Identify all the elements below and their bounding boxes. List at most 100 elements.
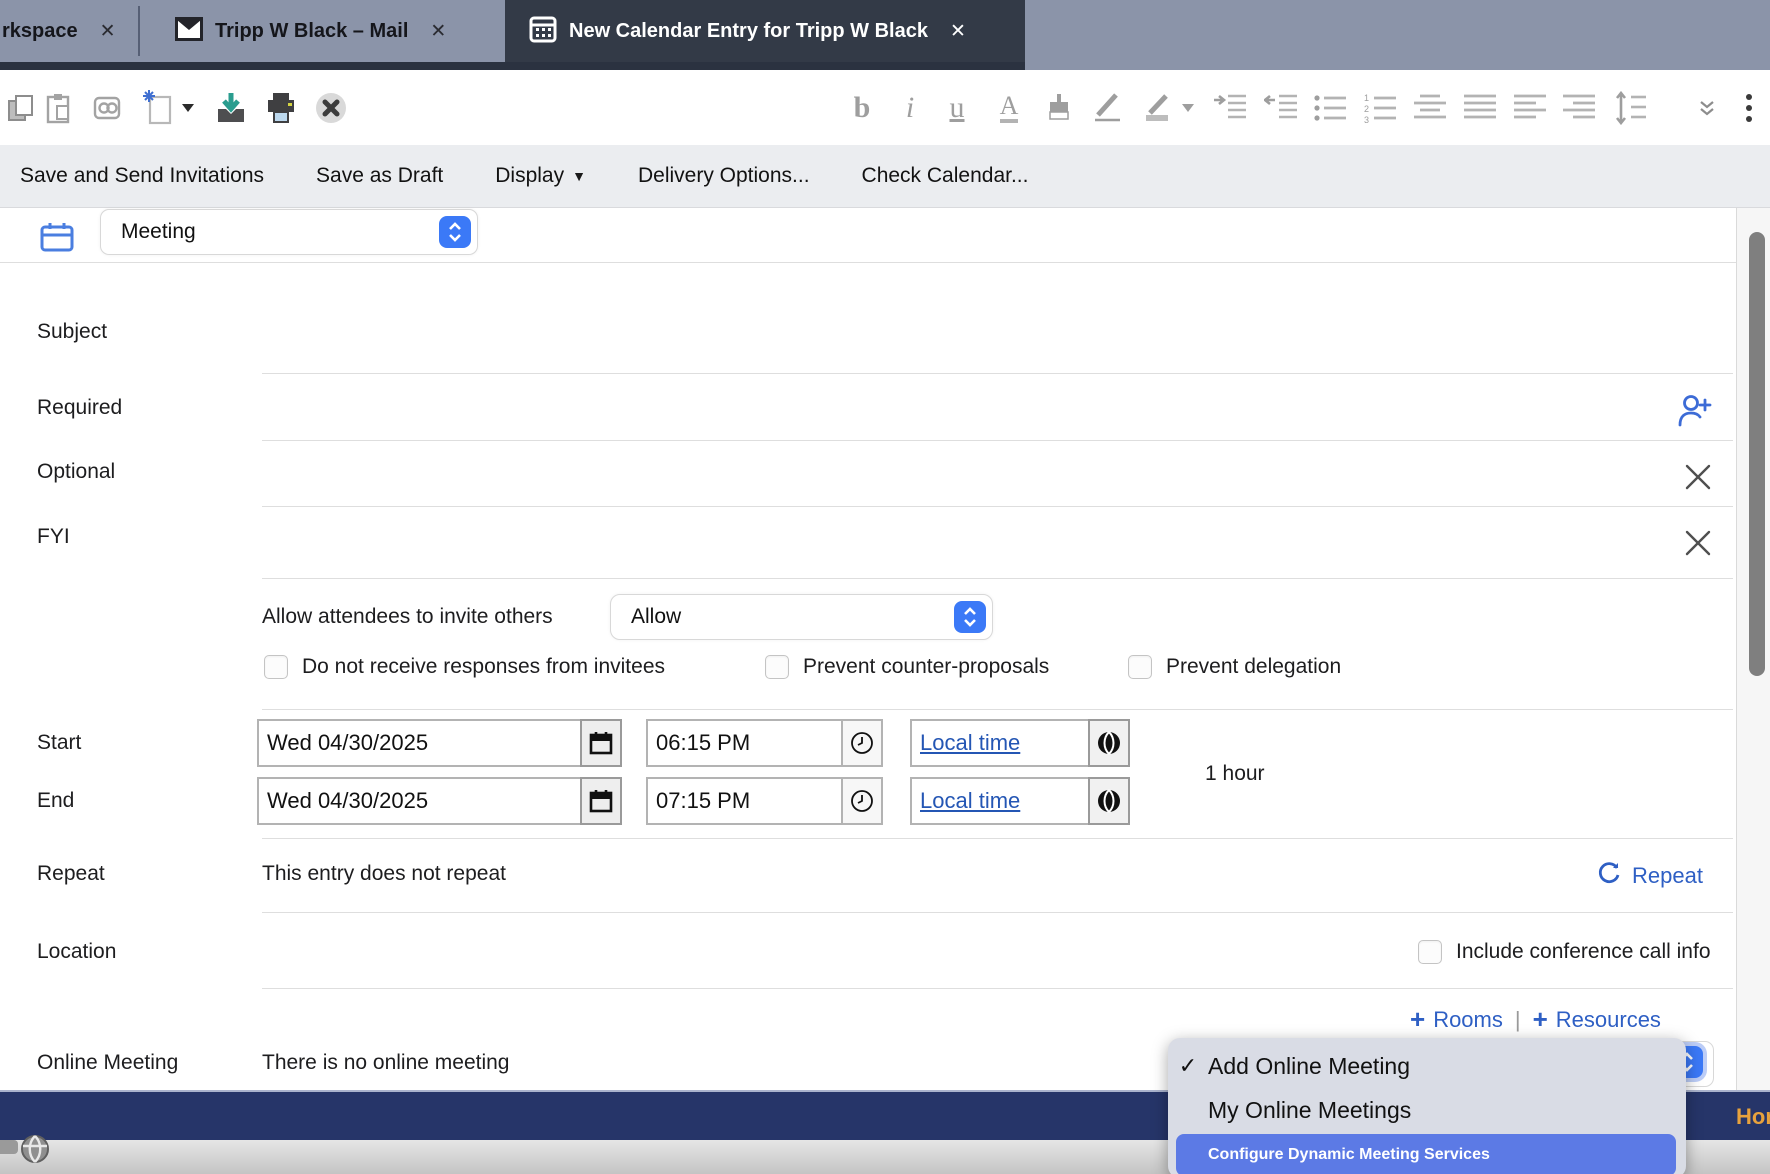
start-timezone-value[interactable]: Local time	[912, 721, 1090, 765]
entry-type-stepper-icon[interactable]	[439, 216, 471, 248]
end-time-value[interactable]: 07:15 PM	[648, 779, 843, 823]
status-grip	[0, 1140, 18, 1154]
save-and-send-button[interactable]: Save and Send Invitations	[20, 164, 264, 188]
delivery-options-button[interactable]: Delivery Options...	[638, 164, 810, 188]
svg-text:2: 2	[1364, 104, 1369, 114]
align-right-icon[interactable]	[1560, 88, 1598, 128]
start-time-picker-button[interactable]	[841, 719, 883, 767]
start-date-field[interactable]: Wed 04/30/2025	[257, 719, 622, 767]
tab-workspace-close-icon[interactable]: ✕	[100, 20, 116, 43]
paste-icon[interactable]	[40, 88, 78, 128]
numbered-list-icon[interactable]: 123	[1362, 88, 1400, 128]
pen-icon[interactable]	[1090, 88, 1128, 128]
end-time-field[interactable]: 07:15 PM	[646, 777, 883, 825]
display-menu-button[interactable]: Display▼	[495, 164, 586, 188]
scrollbar-thumb[interactable]	[1749, 232, 1765, 676]
add-person-icon[interactable]	[1676, 392, 1714, 433]
allow-attendees-select[interactable]: Allow	[610, 594, 993, 640]
start-time-value[interactable]: 06:15 PM	[648, 721, 843, 765]
start-time-field[interactable]: 06:15 PM	[646, 719, 883, 767]
italic-icon[interactable]: i	[891, 88, 929, 128]
new-document-icon[interactable]	[140, 88, 178, 128]
menu-item-add-online-meeting[interactable]: ✓ Add Online Meeting	[1168, 1046, 1686, 1086]
home-link[interactable]: Home	[1736, 1104, 1770, 1130]
add-rooms-link[interactable]: + Rooms	[1410, 1004, 1503, 1035]
tab-new-calendar-entry-close-icon[interactable]: ✕	[950, 20, 966, 43]
fyi-clear-icon[interactable]	[1683, 528, 1713, 563]
required-input[interactable]	[262, 396, 1662, 440]
print-icon[interactable]	[262, 88, 300, 128]
tab-mail[interactable]: Tripp W Black – Mail ✕	[157, 0, 500, 62]
bold-icon[interactable]: b	[843, 88, 881, 128]
end-time-picker-button[interactable]	[841, 777, 883, 825]
align-justify-icon[interactable]	[1461, 88, 1499, 128]
optional-input[interactable]	[262, 458, 1662, 504]
globe-icon	[1096, 730, 1122, 756]
divider	[262, 709, 1733, 710]
save-as-draft-button[interactable]: Save as Draft	[316, 164, 443, 188]
start-timezone-button[interactable]	[1088, 719, 1130, 767]
scrollbar-track[interactable]	[1736, 208, 1770, 1090]
align-center-icon[interactable]	[1411, 88, 1449, 128]
optional-clear-icon[interactable]	[1683, 462, 1713, 497]
tab-new-calendar-entry[interactable]: New Calendar Entry for Tripp W Black ✕	[505, 0, 1025, 62]
subject-input[interactable]	[262, 330, 1733, 373]
start-date-picker-button[interactable]	[580, 719, 622, 767]
copy-icon[interactable]	[2, 88, 40, 128]
text-color-icon[interactable]: A	[990, 88, 1028, 128]
end-timezone-value[interactable]: Local time	[912, 779, 1090, 823]
highlighter-icon[interactable]	[1140, 88, 1178, 128]
divider	[262, 578, 1733, 579]
toolbar-expand-icon[interactable]	[1688, 88, 1726, 128]
format-fill-icon[interactable]	[1040, 88, 1078, 128]
location-input[interactable]	[262, 930, 1402, 976]
rooms-resources-row: + Rooms | + Resources	[1410, 1004, 1661, 1035]
cancel-icon[interactable]	[312, 88, 350, 128]
tab-mail-close-icon[interactable]: ✕	[430, 20, 446, 43]
highlighter-caret-icon[interactable]	[1178, 88, 1198, 128]
end-date-value[interactable]: Wed 04/30/2025	[259, 779, 582, 823]
svg-text:3: 3	[1364, 115, 1369, 124]
prevent-counter-proposals-label: Prevent counter-proposals	[803, 655, 1049, 679]
tab-workspace[interactable]: rkspace ✕	[0, 0, 138, 62]
duration-value: 1 hour	[1205, 762, 1265, 786]
save-icon[interactable]	[212, 88, 250, 128]
divider	[262, 440, 1733, 441]
bulleted-list-icon[interactable]	[1312, 88, 1350, 128]
prevent-counter-proposals-checkbox[interactable]	[765, 655, 789, 679]
no-responses-checkbox[interactable]	[264, 655, 288, 679]
network-globe-icon[interactable]	[20, 1134, 50, 1169]
fyi-input[interactable]	[262, 524, 1662, 574]
indent-icon[interactable]	[1212, 88, 1250, 128]
underline-icon[interactable]: u	[938, 88, 976, 128]
links-separator: |	[1515, 1007, 1521, 1033]
link-icon[interactable]	[90, 88, 128, 128]
allow-attendees-stepper-icon[interactable]	[954, 601, 986, 633]
end-date-field[interactable]: Wed 04/30/2025	[257, 777, 622, 825]
end-timezone-button[interactable]	[1088, 777, 1130, 825]
toolbar-overflow-icon[interactable]	[1730, 88, 1768, 128]
menu-item-my-online-meetings[interactable]: My Online Meetings	[1168, 1090, 1726, 1130]
online-meeting-popup-menu: ✓ Add Online Meeting My Online Meetings …	[1168, 1038, 1686, 1174]
action-bar: Save and Send Invitations Save as Draft …	[0, 145, 1770, 208]
repeat-label: Repeat	[37, 862, 105, 886]
align-left-icon[interactable]	[1511, 88, 1549, 128]
end-timezone-field[interactable]: Local time	[910, 777, 1130, 825]
end-date-picker-button[interactable]	[580, 777, 622, 825]
entry-type-select[interactable]: Meeting	[100, 209, 478, 255]
line-spacing-icon[interactable]	[1612, 88, 1650, 128]
new-document-caret-icon[interactable]	[178, 88, 198, 128]
menu-item-configure-dynamic-meeting-services[interactable]: Configure Dynamic Meeting Services	[1176, 1134, 1676, 1174]
tab-new-calendar-entry-label: New Calendar Entry for Tripp W Black	[569, 20, 928, 43]
conference-call-checkbox[interactable]	[1418, 940, 1442, 964]
date-picker-icon	[589, 731, 613, 755]
outdent-icon[interactable]	[1263, 88, 1301, 128]
start-timezone-field[interactable]: Local time	[910, 719, 1130, 767]
repeat-link[interactable]: Repeat	[1596, 860, 1703, 891]
start-date-value[interactable]: Wed 04/30/2025	[259, 721, 582, 765]
add-resources-link[interactable]: + Resources	[1533, 1004, 1661, 1035]
toolbar: ▼ ˄˅ b i u A 123	[0, 70, 1770, 145]
check-calendar-button[interactable]: Check Calendar...	[862, 164, 1029, 188]
prevent-delegation-checkbox[interactable]	[1128, 655, 1152, 679]
divider	[262, 912, 1733, 913]
